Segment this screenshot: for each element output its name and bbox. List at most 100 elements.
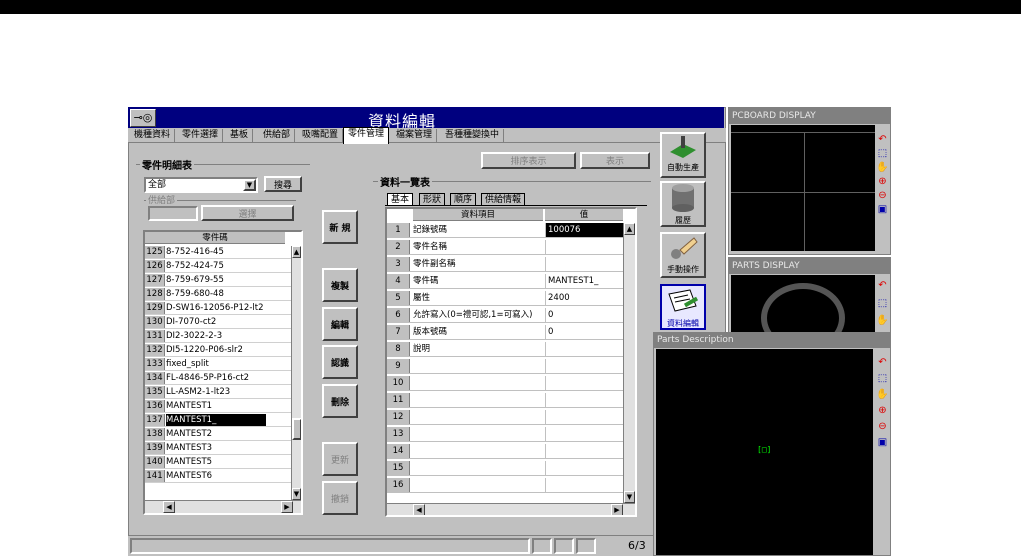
select-icon[interactable]: ⬚ xyxy=(876,148,889,160)
list-item[interactable]: 139 MANTEST3 xyxy=(145,442,291,455)
table-row[interactable]: 9 xyxy=(387,359,623,374)
delete-button[interactable]: 刪除 xyxy=(322,384,358,418)
subtab-shape[interactable]: 形狀 xyxy=(419,193,446,205)
fit-window-icon[interactable]: ▣ xyxy=(876,437,889,449)
list-item[interactable]: 135 LL-ASM2-1-lt23 xyxy=(145,386,291,399)
subtab-basic[interactable]: 基本 xyxy=(387,193,414,205)
scroll-left-icon[interactable]: ◀ xyxy=(413,504,425,515)
cancel-button[interactable]: 撤銷 xyxy=(322,481,358,515)
data-grid-vscroll[interactable]: ▲ ▼ xyxy=(623,223,635,503)
edit-button[interactable]: 編輯 xyxy=(322,307,358,341)
auto-production-button[interactable]: 自動生產 xyxy=(660,132,706,178)
show-button[interactable]: 表示 xyxy=(580,152,650,169)
tab-nozzle[interactable]: 吸嘴配置 xyxy=(298,129,344,142)
table-row[interactable]: 15 xyxy=(387,461,623,476)
copy-button[interactable]: 複製 xyxy=(322,268,358,302)
part-list-header: 零件碼 xyxy=(145,232,285,244)
table-row[interactable]: 1 記錄號碼 100076 xyxy=(387,223,623,238)
confirm-button[interactable]: 認識 xyxy=(322,345,358,379)
list-item[interactable]: 126 8-752-424-75 xyxy=(145,260,291,273)
table-row[interactable]: 14 xyxy=(387,444,623,459)
list-item[interactable]: 130 DI-7070-ct2 xyxy=(145,316,291,329)
select-icon[interactable]: ⬚ xyxy=(876,373,889,385)
list-item[interactable]: 134 FL-4846-5P-P16-ct2 xyxy=(145,372,291,385)
scroll-down-icon[interactable]: ▼ xyxy=(624,491,635,503)
update-button[interactable]: 更新 xyxy=(322,442,358,476)
table-row[interactable]: 4 零件碼 MANTEST1_ xyxy=(387,274,623,289)
sort-display-button[interactable]: 排序表示 xyxy=(481,152,576,169)
data-grid[interactable]: 資料項目 值 1 記錄號碼 100076 2 零件名稱 3 零件副名稱 4 零件碼 MANT… xyxy=(385,207,637,517)
tab-model-data[interactable]: 機種資料 xyxy=(130,129,176,142)
table-row[interactable]: 16 xyxy=(387,478,623,493)
table-row[interactable]: 5 屬性 2400 xyxy=(387,291,623,306)
list-item[interactable]: 132 DI5-1220-P06-slr2 xyxy=(145,344,291,357)
filter-select[interactable]: 全部 ▼ xyxy=(144,177,258,193)
table-row[interactable]: 10 xyxy=(387,376,623,391)
table-row[interactable]: 2 零件名稱 xyxy=(387,240,623,255)
pcboard-view[interactable] xyxy=(731,125,875,251)
subtab-feed-info[interactable]: 供給情報 xyxy=(481,193,526,205)
data-edit-button[interactable]: 資料編輯 xyxy=(660,284,706,330)
scroll-right-icon[interactable]: ▶ xyxy=(611,504,623,515)
undo-icon[interactable]: ↶ xyxy=(876,134,889,146)
list-item[interactable]: 129 D-SW16-12056-P12-lt2 xyxy=(145,302,291,315)
parts-display-panel: PARTS DISPLAY ↶ ⬚ ✋ xyxy=(728,257,891,337)
history-button[interactable]: 履歷 xyxy=(660,181,706,227)
key-icon[interactable]: ⊸◎ xyxy=(130,109,156,127)
scroll-right-icon[interactable]: ▶ xyxy=(281,501,293,513)
pan-hand-icon[interactable]: ✋ xyxy=(876,315,889,327)
list-item[interactable]: 136 MANTEST1 xyxy=(145,400,291,413)
part-list-vscroll[interactable]: ▲ ▼ xyxy=(291,246,301,500)
table-row[interactable]: 7 版本號碼 0 xyxy=(387,325,623,340)
pcboard-title: PCBOARD DISPLAY xyxy=(729,108,890,124)
zoom-in-icon[interactable]: ⊕ xyxy=(876,176,889,188)
tab-board[interactable]: 基板 xyxy=(226,129,254,142)
parts-description-view[interactable]: [□] xyxy=(656,349,873,555)
undo-icon[interactable]: ↶ xyxy=(876,280,889,292)
tab-part-select[interactable]: 零件選擇 xyxy=(178,129,224,142)
table-row[interactable]: 12 xyxy=(387,410,623,425)
fit-window-icon[interactable]: ▣ xyxy=(876,204,889,216)
part-list[interactable]: 零件碼 125 8-752-416-45 126 8-752-424-75 127 8… xyxy=(143,230,303,515)
zoom-out-icon[interactable]: ⊖ xyxy=(876,421,889,433)
new-button[interactable]: 新 規 xyxy=(322,210,358,244)
scroll-up-icon[interactable]: ▲ xyxy=(624,223,635,235)
table-row[interactable]: 6 允許寫入(0=禮可認,1=可寫入) 0 xyxy=(387,308,623,323)
list-item[interactable]: 125 8-752-416-45 xyxy=(145,246,291,259)
tab-model-change[interactable]: 吾種種變換中 xyxy=(441,129,505,142)
table-row[interactable]: 11 xyxy=(387,393,623,408)
pan-hand-icon[interactable]: ✋ xyxy=(876,389,889,401)
tab-file-management[interactable]: 檔案管理 xyxy=(392,129,438,142)
list-item[interactable]: 140 MANTEST5 xyxy=(145,456,291,469)
list-item[interactable]: 138 MANTEST2 xyxy=(145,428,291,441)
list-item[interactable]: 131 DI2-3022-2-3 xyxy=(145,330,291,343)
list-item[interactable]: 133 fixed_split xyxy=(145,358,291,371)
chevron-down-icon[interactable]: ▼ xyxy=(243,179,256,191)
undo-icon[interactable]: ↶ xyxy=(876,357,889,369)
list-item[interactable]: 127 8-759-679-55 xyxy=(145,274,291,287)
subtab-order[interactable]: 順序 xyxy=(450,193,477,205)
table-row[interactable]: 3 零件副名稱 xyxy=(387,257,623,272)
parts-display-view[interactable] xyxy=(731,275,875,335)
scroll-thumb[interactable] xyxy=(292,418,301,440)
part-list-hscroll[interactable]: ◀ ▶ xyxy=(145,500,301,513)
tab-feeder[interactable]: 供給部 xyxy=(259,129,296,142)
tab-part-management[interactable]: 零件管理 xyxy=(343,127,390,144)
select-icon[interactable]: ⬚ xyxy=(876,298,889,310)
pan-hand-icon[interactable]: ✋ xyxy=(876,162,889,174)
list-item[interactable]: 128 8-759-680-48 xyxy=(145,288,291,301)
data-grid-hscroll[interactable]: ◀ ▶ xyxy=(387,503,635,515)
select-feeder-button[interactable]: 選擇 xyxy=(201,205,294,221)
manual-operation-button[interactable]: 手動操作 xyxy=(660,232,706,278)
table-row[interactable]: 8 說明 xyxy=(387,342,623,357)
list-item[interactable]: 141 MANTEST6 xyxy=(145,470,291,483)
search-button[interactable]: 搜尋 xyxy=(264,176,302,192)
feeder-field[interactable] xyxy=(148,206,198,221)
scroll-up-icon[interactable]: ▲ xyxy=(292,246,301,258)
table-row[interactable]: 13 xyxy=(387,427,623,442)
scroll-left-icon[interactable]: ◀ xyxy=(163,501,175,513)
list-item-selected[interactable]: 137 MANTEST1_ xyxy=(145,414,291,427)
scroll-down-icon[interactable]: ▼ xyxy=(292,488,301,500)
zoom-out-icon[interactable]: ⊖ xyxy=(876,190,889,202)
zoom-in-icon[interactable]: ⊕ xyxy=(876,405,889,417)
